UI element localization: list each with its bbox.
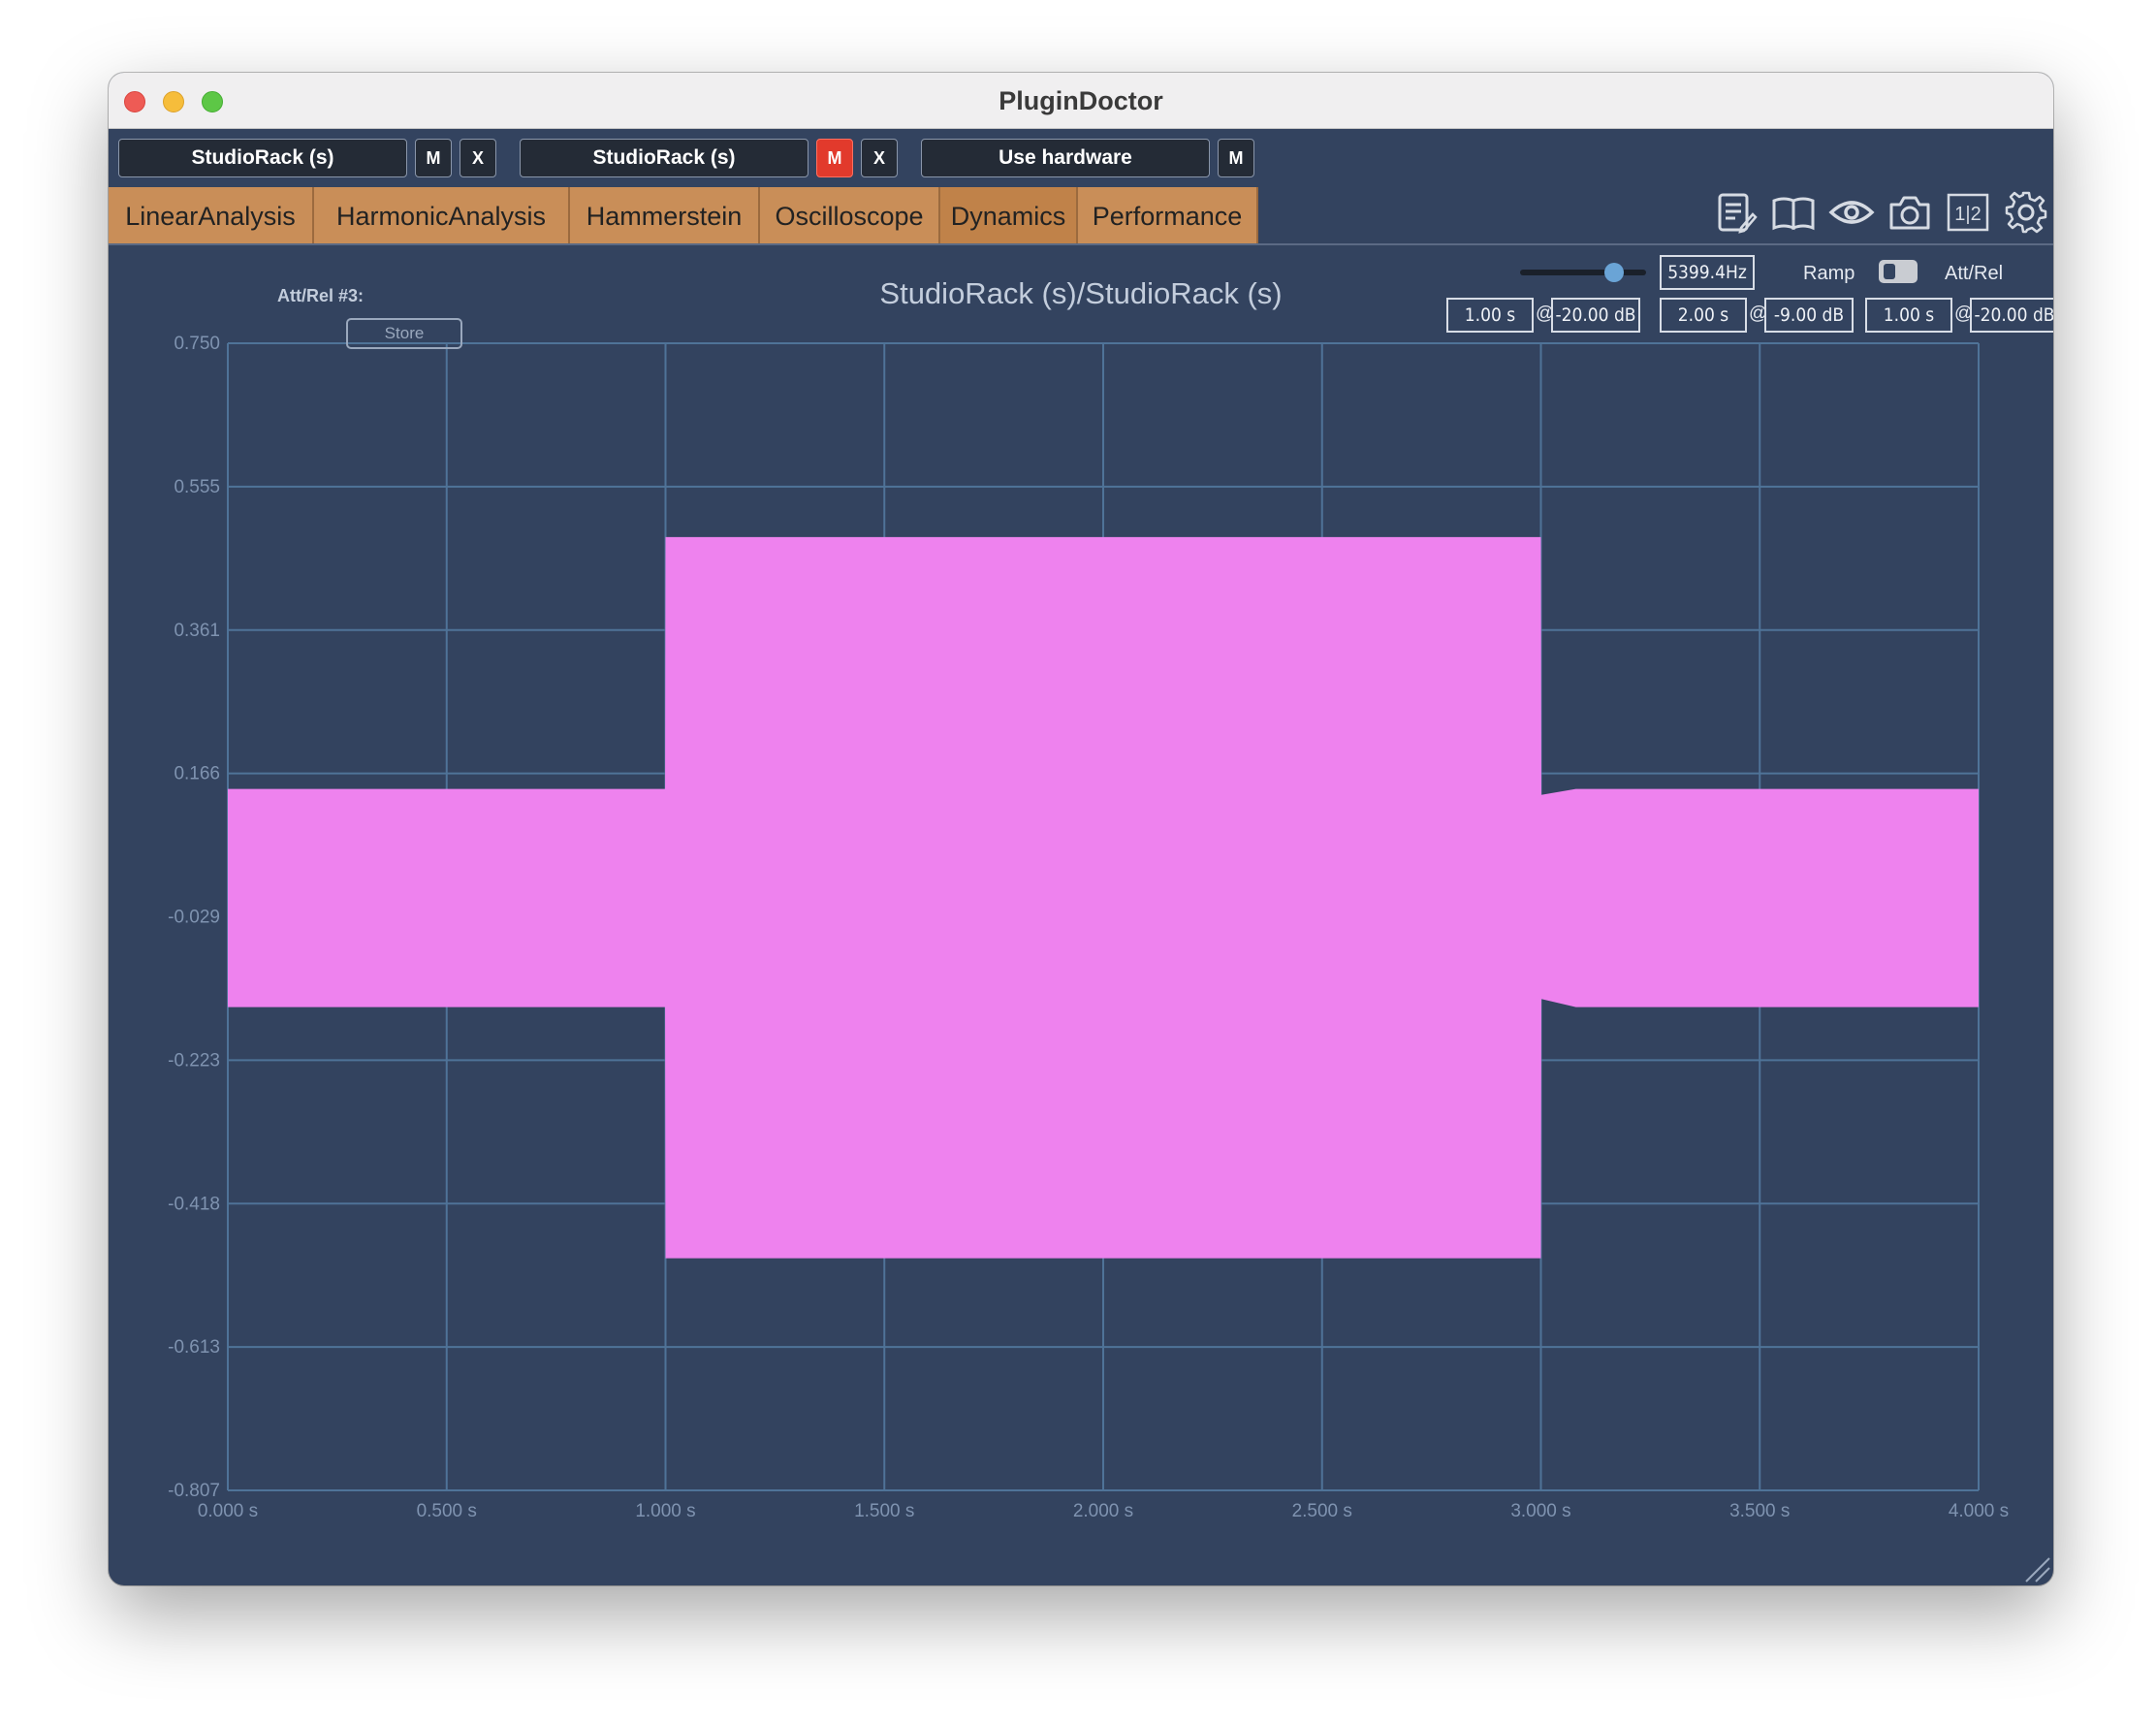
x-tick-label: 2.000 s (1073, 1501, 1133, 1521)
y-tick-label: 0.750 (174, 334, 220, 354)
x-tick-label: 1.000 s (635, 1501, 695, 1521)
y-tick-label: 0.361 (174, 621, 220, 641)
x-tick-label: 2.500 s (1292, 1501, 1352, 1521)
x-tick-label: 4.000 s (1949, 1501, 2009, 1521)
y-tick-label: 0.166 (174, 764, 220, 784)
chart-title: StudioRack (s)/StudioRack (s) (879, 276, 1283, 310)
x-tick-label: 3.000 s (1510, 1501, 1570, 1521)
y-tick-label: -0.807 (168, 1481, 220, 1501)
plugin-doctor-window: PluginDoctor StudioRack (s) M X StudioRa… (109, 73, 2053, 1585)
y-tick-label: 0.555 (174, 477, 220, 497)
resize-grip-icon[interactable] (2022, 1554, 2051, 1583)
x-tick-label: 0.000 s (198, 1501, 258, 1521)
x-tick-label: 3.500 s (1729, 1501, 1790, 1521)
store-button[interactable]: Store (346, 318, 462, 349)
y-tick-label: -0.029 (168, 908, 220, 928)
x-tick-label: 1.500 s (854, 1501, 914, 1521)
signal-waveform (228, 536, 1979, 1259)
x-tick-label: 0.500 s (417, 1501, 477, 1521)
y-tick-label: -0.223 (168, 1050, 220, 1071)
y-tick-label: -0.613 (168, 1337, 220, 1358)
y-tick-label: -0.418 (168, 1194, 220, 1214)
att-rel-number-label: Att/Rel #3: (277, 286, 365, 305)
